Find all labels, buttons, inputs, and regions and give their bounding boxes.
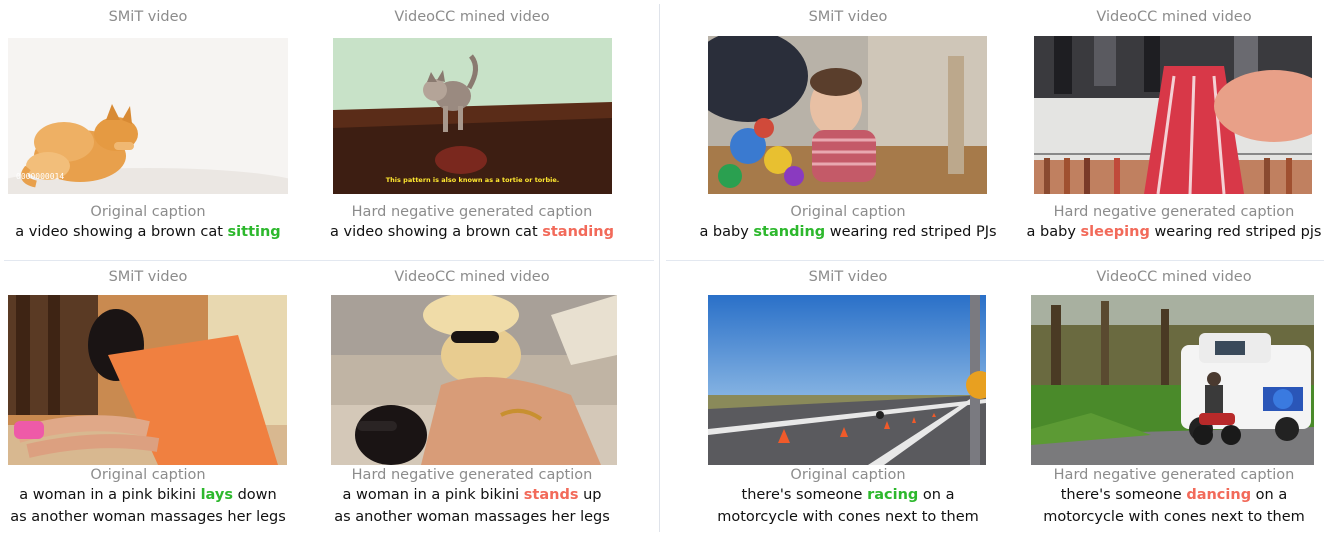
panel4-smit-header-cell: SMiT video [686,268,1010,286]
positive-verb: sitting [227,224,281,240]
panel4-smit-caption-label: Original caption [790,467,906,483]
panel4-smit-header: SMiT video [808,269,888,285]
panel1-smit-caption: a video showing a brown cat sitting [8,221,288,243]
panel2-videocc-caption-cell: Hard negative generated caption a baby s… [1024,203,1324,243]
caption-text: a woman in a pink bikini [19,487,201,503]
panel3-smit-caption-label: Original caption [90,467,206,483]
caption-text: a video showing a brown cat [15,224,228,240]
positive-verb: standing [753,224,826,240]
panel2-videocc-video-frame [1034,36,1312,194]
panel3-videocc-caption-cell: Hard negative generated caption a woman … [320,466,624,528]
panel3-smit-caption-line2: as another woman massages her legs [10,509,286,525]
panel1-videocc-caption: a video showing a brown cat standing [320,221,624,243]
panel1-videocc-caption-cell: Hard negative generated caption a video … [320,203,624,243]
panel1-subtitle: This pattern is also known as a tortie o… [385,176,560,184]
panel3-videocc-video-frame [331,295,617,465]
panel3-videocc-caption-line2: as another woman massages her legs [334,509,610,525]
panel2-videocc-header: VideoCC mined video [1096,9,1252,25]
panel4-videocc-caption-line1: there's someone dancing on a [1024,484,1324,506]
vertical-divider [659,4,660,532]
panel3-videocc-header-cell: VideoCC mined video [320,268,624,286]
panel2-smit-caption-cell: Original caption a baby standing wearing… [686,203,1010,243]
caption-text: a video showing a brown cat [330,224,543,240]
positive-verb: racing [867,487,919,503]
caption-text: a baby [699,224,754,240]
negative-verb: sleeping [1080,224,1150,240]
panel4-smit-caption-cell: Original caption there's someone racing … [686,466,1010,528]
panel1-videocc-header-cell: VideoCC mined video [320,8,624,26]
panel2-smit-header: SMiT video [808,9,888,25]
panel2-videocc-header-cell: VideoCC mined video [1024,8,1324,26]
panel3-smit-caption-cell: Original caption a woman in a pink bikin… [8,466,288,528]
panel1-videocc-header: VideoCC mined video [394,9,550,25]
panel3-videocc-caption-label: Hard negative generated caption [351,467,593,483]
horizontal-divider-right [666,260,1324,261]
panel4-smit-caption-line1: there's someone racing on a [686,484,1010,506]
panel1-watermark: 0000000014 [16,172,65,181]
caption-text: a woman in a pink bikini [342,487,524,503]
panel4-smit-video-frame [708,295,986,465]
panel2-smit-video-frame [708,36,987,194]
caption-text: there's someone [741,487,868,503]
panel3-videocc-header: VideoCC mined video [394,269,550,285]
panel4-videocc-caption-cell: Hard negative generated caption there's … [1024,466,1324,528]
caption-text: up [578,487,602,503]
caption-text: there's someone [1060,487,1187,503]
panel2-smit-header-cell: SMiT video [686,8,1010,26]
panel1-smit-caption-label: Original caption [90,204,206,220]
panel2-videocc-caption: a baby sleeping wearing red striped pjs [1024,221,1324,243]
panel4-videocc-header-cell: VideoCC mined video [1024,268,1324,286]
caption-text: on a [918,487,955,503]
caption-text: down [232,487,277,503]
panel4-smit-caption-line2: motorcycle with cones next to them [717,509,979,525]
panel1-smit-header-cell: SMiT video [8,8,288,26]
panel3-smit-caption-line1: a woman in a pink bikini lays down [8,484,288,506]
panel1-smit-caption-cell: Original caption a video showing a brown… [8,203,288,243]
negative-verb: dancing [1186,487,1252,503]
panel3-smit-header: SMiT video [108,269,188,285]
caption-text: wearing red striped PJs [825,224,997,240]
panel3-smit-header-cell: SMiT video [8,268,288,286]
caption-text: wearing red striped pjs [1149,224,1322,240]
negative-verb: stands [523,487,579,503]
caption-text: a baby [1026,224,1081,240]
negative-verb: standing [542,224,614,240]
panel4-videocc-caption-line2: motorcycle with cones next to them [1043,509,1305,525]
panel3-videocc-caption-line1: a woman in a pink bikini stands up [320,484,624,506]
panel2-videocc-caption-label: Hard negative generated caption [1053,204,1295,220]
panel4-videocc-caption-label: Hard negative generated caption [1053,467,1295,483]
panel2-smit-caption-label: Original caption [790,204,906,220]
panel2-smit-caption: a baby standing wearing red striped PJs [686,221,1010,243]
panel4-videocc-video-frame [1031,295,1314,465]
panel1-smit-video-frame: 0000000014 [8,38,288,194]
panel1-videocc-caption-label: Hard negative generated caption [351,204,593,220]
positive-verb: lays [200,487,233,503]
panel3-smit-video-frame [8,295,287,465]
panel4-videocc-header: VideoCC mined video [1096,269,1252,285]
panel1-smit-header: SMiT video [108,9,188,25]
caption-text: on a [1251,487,1288,503]
panel1-videocc-video-frame: This pattern is also known as a tortie o… [333,38,612,194]
horizontal-divider-left [4,260,654,261]
